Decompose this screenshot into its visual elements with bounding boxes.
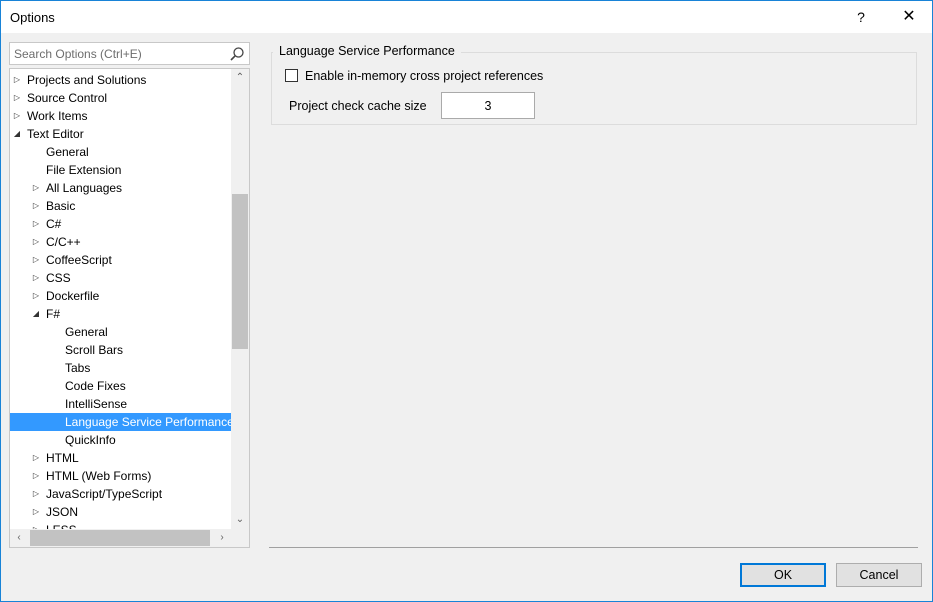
tree-item[interactable]: Language Service Performance [10, 413, 231, 431]
collapsed-arrow-icon[interactable]: ▷ [31, 467, 41, 485]
tree-item-label: Work Items [27, 109, 88, 123]
tree-item-label: Projects and Solutions [27, 73, 147, 87]
tree-item[interactable]: QuickInfo [10, 431, 231, 449]
tree-item[interactable]: General [10, 143, 231, 161]
tree-item[interactable]: Scroll Bars [10, 341, 231, 359]
tree-item[interactable]: ▷ JavaScript/TypeScript [10, 485, 231, 503]
vertical-scroll-thumb[interactable] [232, 194, 248, 349]
tree-item-label: File Extension [46, 163, 122, 177]
cross-project-references-checkbox[interactable] [285, 69, 298, 82]
tree-item[interactable]: ▷ C/C++ [10, 233, 231, 251]
collapsed-arrow-icon[interactable]: ▷ [12, 71, 22, 89]
search-box [9, 42, 250, 65]
collapsed-arrow-icon[interactable]: ▷ [31, 485, 41, 503]
tree-item[interactable]: Code Fixes [10, 377, 231, 395]
tree-item-label: JSON [46, 505, 79, 519]
tree-item[interactable]: General [10, 323, 231, 341]
tree-item-label: JavaScript/TypeScript [46, 487, 163, 501]
tree-item-label: Source Control [27, 91, 108, 105]
tree-item[interactable]: ▷ CSS [10, 269, 231, 287]
expanded-arrow-icon[interactable]: ◢ [12, 125, 22, 143]
tree-item-label: CSS [46, 271, 71, 285]
scroll-down-icon[interactable]: ⌄ [231, 511, 249, 529]
tree-item[interactable]: ▷ Source Control [10, 89, 231, 107]
tree-item[interactable]: ▷ HTML (Web Forms) [10, 467, 231, 485]
tree-item[interactable]: ▷ LESS [10, 521, 231, 529]
scroll-right-icon[interactable]: › [213, 529, 231, 547]
tree-item-label: IntelliSense [65, 397, 128, 411]
tree-item[interactable]: ◢ F# [10, 305, 231, 323]
tree-item[interactable]: IntelliSense [10, 395, 231, 413]
vertical-scrollbar[interactable]: ⌃ ⌄ [231, 69, 249, 529]
tree-item-label: All Languages [46, 181, 123, 195]
collapsed-arrow-icon[interactable]: ▷ [31, 449, 41, 467]
cache-size-input[interactable] [442, 93, 534, 118]
cache-size-label: Project check cache size [289, 99, 427, 113]
expanded-arrow-icon[interactable]: ◢ [31, 305, 41, 323]
tree-item[interactable]: ▷ Basic [10, 197, 231, 215]
collapsed-arrow-icon[interactable]: ▷ [31, 215, 41, 233]
options-tree: ▷ Projects and Solutions ▷ Source Control ▷ W… [9, 68, 250, 548]
tree-item[interactable]: ▷ All Languages [10, 179, 231, 197]
window-title: Options [10, 10, 55, 25]
tree-item-label: HTML [46, 451, 79, 465]
tree-item-label: HTML (Web Forms) [46, 469, 152, 483]
horizontal-scroll-thumb[interactable] [30, 530, 210, 546]
tree-list: ▷ Projects and Solutions ▷ Source Control ▷ W… [10, 69, 231, 529]
tree-item-label: QuickInfo [65, 433, 116, 447]
tree-item[interactable]: Tabs [10, 359, 231, 377]
collapsed-arrow-icon[interactable]: ▷ [31, 269, 41, 287]
horizontal-scrollbar[interactable]: ‹ › [10, 529, 231, 547]
collapsed-arrow-icon[interactable]: ▷ [12, 89, 22, 107]
cache-size-field [441, 92, 535, 119]
tree-item-label: General [65, 325, 108, 339]
tree-item-label: CoffeeScript [46, 253, 112, 267]
collapsed-arrow-icon[interactable]: ▷ [31, 179, 41, 197]
collapsed-arrow-icon[interactable]: ▷ [31, 503, 41, 521]
ok-button[interactable]: OK [740, 563, 826, 587]
tree-item-label: Text Editor [27, 127, 84, 141]
settings-group-box [271, 52, 917, 125]
group-title: Language Service Performance [273, 44, 461, 58]
scroll-up-icon[interactable]: ⌃ [231, 69, 249, 87]
tree-item[interactable]: ▷ JSON [10, 503, 231, 521]
collapsed-arrow-icon[interactable]: ▷ [31, 251, 41, 269]
options-dialog: Options ? ✕ ▷ Projects and Solutions ▷ Sour… [0, 0, 933, 602]
footer-divider [269, 547, 918, 548]
tree-item-label: Dockerfile [46, 289, 100, 303]
collapsed-arrow-icon[interactable]: ▷ [12, 107, 22, 125]
tree-item[interactable]: ◢ Text Editor [10, 125, 231, 143]
tree-item-label: F# [46, 307, 61, 321]
scroll-corner [231, 529, 249, 547]
collapsed-arrow-icon[interactable]: ▷ [31, 233, 41, 251]
tree-item-label: C/C++ [46, 235, 81, 249]
tree-item-label: LESS [46, 521, 77, 529]
tree-item[interactable]: ▷ Dockerfile [10, 287, 231, 305]
tree-item[interactable]: ▷ CoffeeScript [10, 251, 231, 269]
cross-project-references-label[interactable]: Enable in-memory cross project reference… [305, 69, 543, 83]
tree-item-label: Basic [46, 199, 76, 213]
help-button[interactable]: ? [841, 1, 881, 33]
tree-item[interactable]: ▷ Work Items [10, 107, 231, 125]
tree-item-label: Scroll Bars [65, 343, 124, 357]
cancel-button[interactable]: Cancel [836, 563, 922, 587]
collapsed-arrow-icon[interactable]: ▷ [31, 287, 41, 305]
tree-item-label: C# [46, 217, 62, 231]
tree-item[interactable]: ▷ C# [10, 215, 231, 233]
collapsed-arrow-icon[interactable]: ▷ [31, 521, 41, 529]
tree-item-label: General [46, 145, 89, 159]
collapsed-arrow-icon[interactable]: ▷ [31, 197, 41, 215]
tree-item[interactable]: ▷ Projects and Solutions [10, 71, 231, 89]
search-icon[interactable] [229, 46, 245, 62]
tree-item-label: Tabs [65, 361, 91, 375]
title-bar: Options ? ✕ [1, 1, 932, 33]
close-button[interactable]: ✕ [887, 1, 931, 33]
scroll-left-icon[interactable]: ‹ [10, 529, 28, 547]
tree-item[interactable]: ▷ HTML [10, 449, 231, 467]
tree-item-label: Language Service Performance [65, 415, 231, 429]
search-input[interactable] [14, 46, 224, 61]
tree-item[interactable]: File Extension [10, 161, 231, 179]
tree-item-label: Code Fixes [65, 379, 126, 393]
